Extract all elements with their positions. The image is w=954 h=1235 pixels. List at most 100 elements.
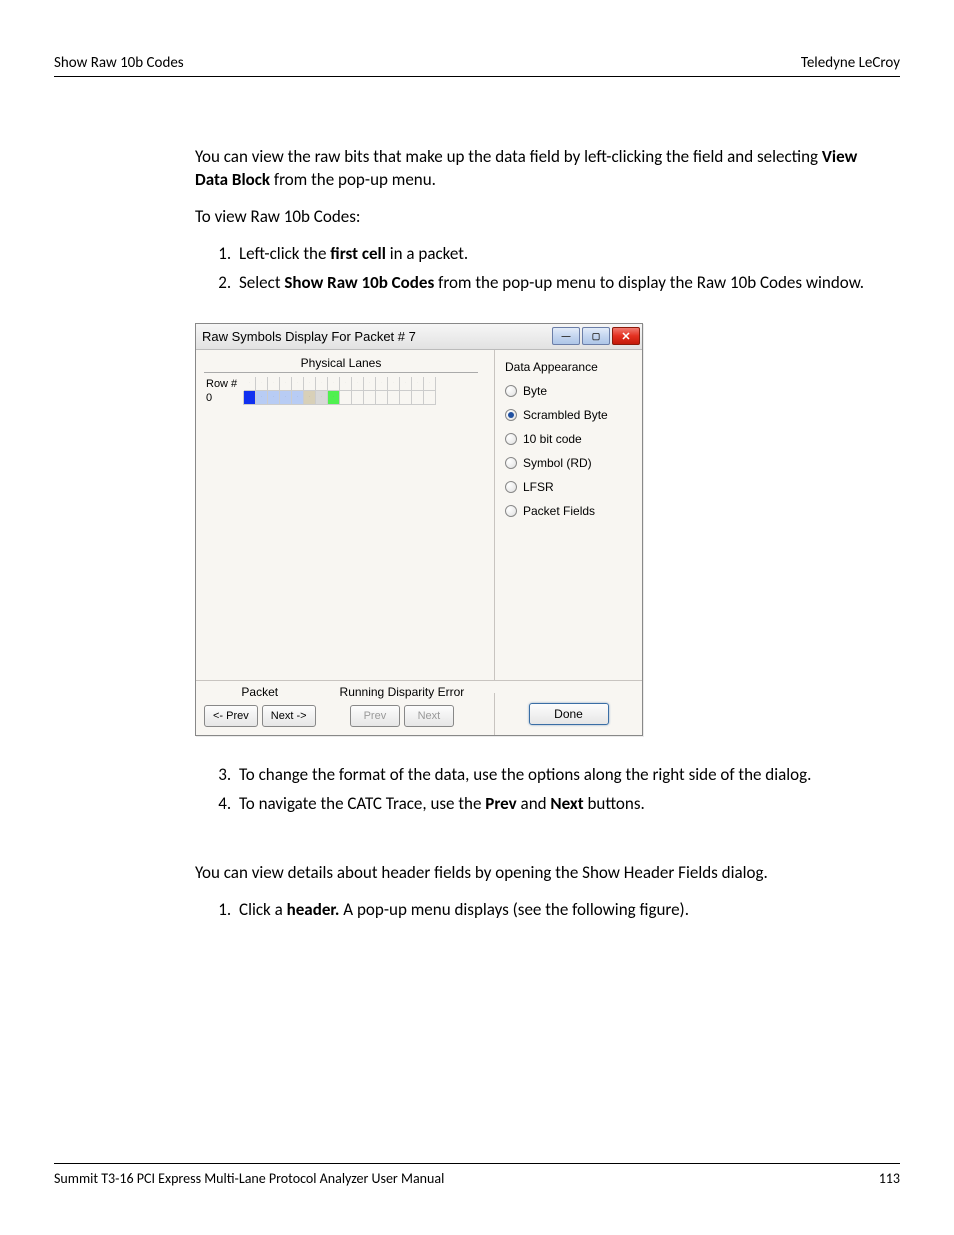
steps-list-1: Left-click the first cell in a packet. S…: [235, 243, 892, 295]
data-cell[interactable]: .: [268, 391, 280, 405]
radio-label: Byte: [523, 384, 547, 398]
rde-next-button[interactable]: Next: [404, 705, 454, 727]
text: buttons.: [584, 793, 645, 814]
step-4: To navigate the CATC Trace, use the Prev…: [235, 793, 892, 816]
data-cell-empty: [400, 391, 412, 405]
footer-page-number: 113: [879, 1170, 900, 1187]
data-cell[interactable]: .: [256, 391, 268, 405]
bold-prev: Prev: [485, 793, 516, 814]
text: Click a: [239, 899, 287, 920]
lanes-grid: Row # . . . . . . . . . . . . .: [204, 377, 486, 405]
packet-prev-button[interactable]: <- Prev: [204, 705, 258, 727]
packet-label: Packet: [241, 685, 278, 699]
text: from the pop-up menu.: [270, 169, 436, 190]
header-right: Teledyne LeCroy: [801, 54, 900, 72]
appearance-panel: Data Appearance Byte Scrambled Byte 10 b…: [494, 350, 642, 680]
lane-header: .: [340, 377, 352, 391]
bold-next: Next: [550, 793, 583, 814]
data-cell[interactable]: .: [304, 391, 316, 405]
radio-10bit[interactable]: 10 bit code: [505, 432, 634, 446]
bold-show-raw-10b: Show Raw 10b Codes: [284, 272, 434, 293]
outro-step-1: Click a header. A pop-up menu displays (…: [235, 899, 892, 922]
data-cell[interactable]: .: [328, 391, 340, 405]
packet-next-button[interactable]: Next ->: [262, 705, 316, 727]
lane-header: .: [244, 377, 256, 391]
footer-left: Summit T3-16 PCI Express Multi-Lane Prot…: [54, 1170, 444, 1187]
text: To navigate the CATC Trace, use the: [239, 793, 485, 814]
data-cell-empty: [376, 391, 388, 405]
text: and: [517, 793, 551, 814]
header-left: Show Raw 10b Codes: [54, 54, 184, 72]
lane-header: .: [316, 377, 328, 391]
intro-para-1: You can view the raw bits that make up t…: [195, 146, 892, 192]
maximize-button[interactable]: ▢: [582, 327, 610, 345]
page-footer: Summit T3-16 PCI Express Multi-Lane Prot…: [54, 1163, 900, 1187]
lanes-panel: Physical Lanes Row # . . . . . . . . . .…: [196, 350, 494, 680]
data-cell-empty: [424, 391, 436, 405]
content: You can view the raw bits that make up t…: [195, 146, 892, 935]
radio-label: Scrambled Byte: [523, 408, 608, 422]
data-cell-empty: [364, 391, 376, 405]
radio-label: 10 bit code: [523, 432, 582, 446]
outro-para: You can view details about header fields…: [195, 862, 892, 885]
footer-right: Done: [494, 693, 642, 735]
radio-icon-selected: [505, 409, 517, 421]
done-button[interactable]: Done: [529, 703, 609, 725]
radio-label: Symbol (RD): [523, 456, 592, 470]
rde-label: Running Disparity Error: [340, 685, 465, 699]
close-button[interactable]: ✕: [612, 327, 640, 345]
row-header: Row #: [204, 377, 244, 391]
lane-header: .: [400, 377, 412, 391]
radio-packet-fields[interactable]: Packet Fields: [505, 504, 634, 518]
outro-steps: Click a header. A pop-up menu displays (…: [235, 899, 892, 922]
step-2: Select Show Raw 10b Codes from the pop-u…: [235, 272, 892, 295]
lane-header: .: [256, 377, 268, 391]
lane-header: .: [424, 377, 436, 391]
rde-nav-group: Running Disparity Error Prev Next: [340, 685, 465, 727]
page-header: Show Raw 10b Codes Teledyne LeCroy: [54, 54, 900, 77]
lane-header: .: [292, 377, 304, 391]
physical-lanes-label: Physical Lanes: [204, 356, 478, 373]
step-1: Left-click the first cell in a packet.: [235, 243, 892, 266]
data-cell[interactable]: .: [244, 391, 256, 405]
row-0-label: 0: [204, 391, 244, 405]
step-3: To change the format of the data, use th…: [235, 764, 892, 787]
radio-icon: [505, 457, 517, 469]
rde-prev-button[interactable]: Prev: [350, 705, 400, 727]
data-cell[interactable]: .: [316, 391, 328, 405]
minimize-button[interactable]: —: [552, 327, 580, 345]
radio-label: LFSR: [523, 480, 554, 494]
data-cell[interactable]: .: [280, 391, 292, 405]
intro-para-2: To view Raw 10b Codes:: [195, 206, 892, 229]
packet-nav-group: Packet <- Prev Next ->: [204, 685, 316, 727]
data-cell[interactable]: .: [292, 391, 304, 405]
radio-icon: [505, 505, 517, 517]
footer-left: Packet <- Prev Next -> Running Disparity…: [196, 681, 494, 735]
bold-header: header.: [287, 899, 340, 920]
dialog-footer: Packet <- Prev Next -> Running Disparity…: [196, 680, 642, 735]
titlebar: Raw Symbols Display For Packet # 7 — ▢ ✕: [196, 324, 642, 350]
steps-list-2: To change the format of the data, use th…: [235, 764, 892, 816]
lane-header: .: [412, 377, 424, 391]
lane-header: .: [280, 377, 292, 391]
lane-header: .: [364, 377, 376, 391]
dialog-title: Raw Symbols Display For Packet # 7: [202, 329, 416, 344]
data-appearance-label: Data Appearance: [505, 360, 634, 374]
text: A pop-up menu displays (see the followin…: [339, 899, 689, 920]
bold-first-cell: first cell: [330, 243, 386, 264]
lane-header: .: [268, 377, 280, 391]
radio-scrambled-byte[interactable]: Scrambled Byte: [505, 408, 634, 422]
lane-header: .: [352, 377, 364, 391]
data-cell-empty: [412, 391, 424, 405]
data-cell-empty: [352, 391, 364, 405]
radio-label: Packet Fields: [523, 504, 595, 518]
radio-lfsr[interactable]: LFSR: [505, 480, 634, 494]
radio-byte[interactable]: Byte: [505, 384, 634, 398]
radio-symbol-rd[interactable]: Symbol (RD): [505, 456, 634, 470]
data-cell-empty: [388, 391, 400, 405]
raw-symbols-dialog: Raw Symbols Display For Packet # 7 — ▢ ✕…: [195, 323, 643, 736]
radio-icon: [505, 433, 517, 445]
data-cell-empty: [340, 391, 352, 405]
text: You can view the raw bits that make up t…: [195, 146, 822, 167]
text: Left-click the: [239, 243, 330, 264]
